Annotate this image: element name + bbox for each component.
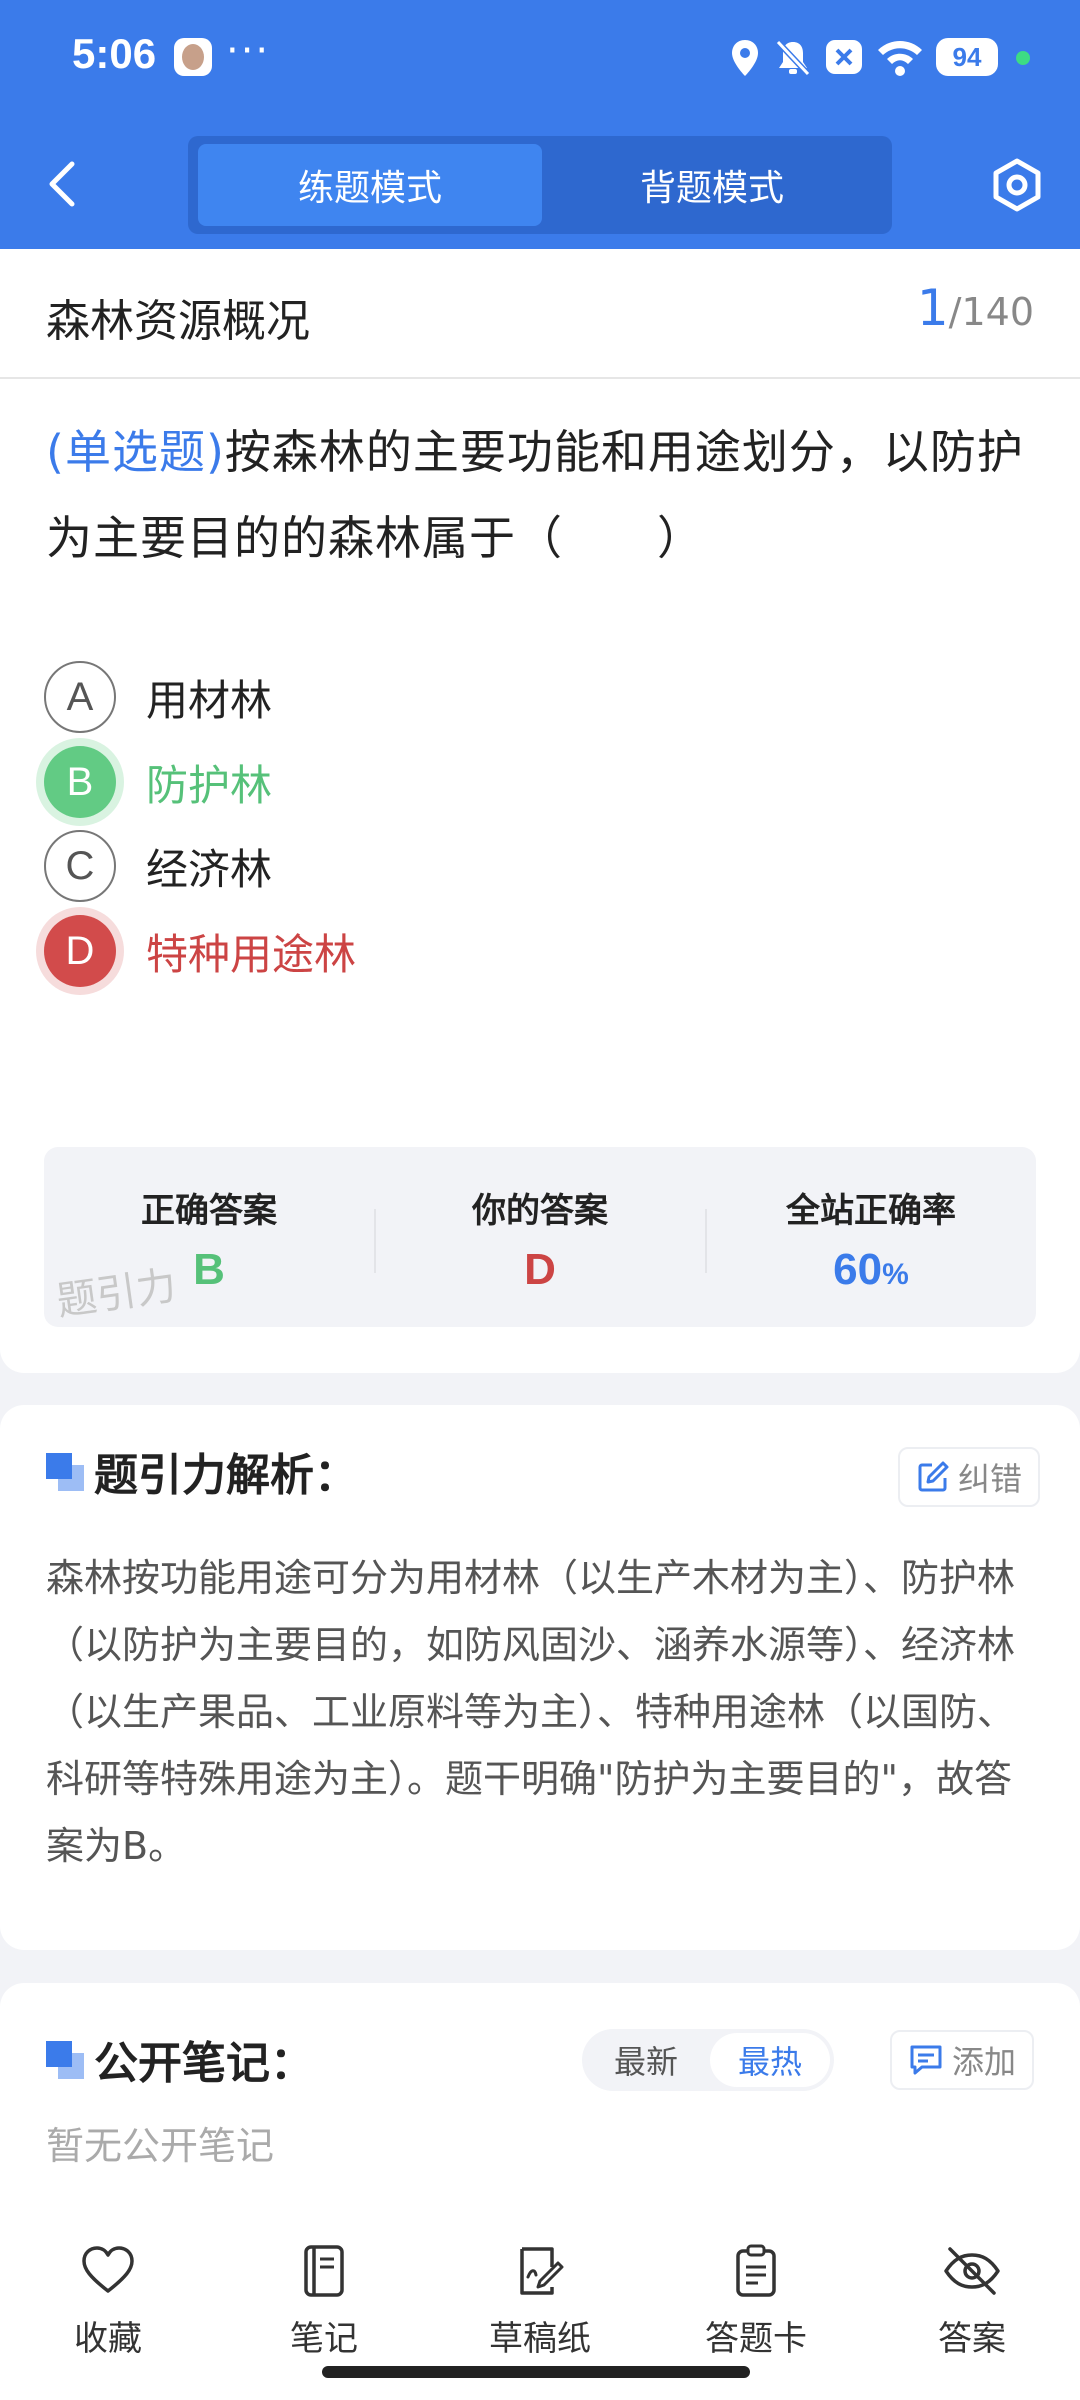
show-answer-button[interactable]: 答案 <box>892 2225 1052 2359</box>
notebook-icon <box>304 2245 344 2297</box>
draft-paper-button[interactable]: 草稿纸 <box>460 2225 620 2359</box>
stat-label: 正确答案 <box>141 1191 277 1231</box>
favorite-button[interactable]: 收藏 <box>28 2225 188 2359</box>
stat-site-accuracy: 全站正确率 60% <box>706 1147 1036 1327</box>
option-key: C <box>44 830 116 902</box>
settings-button[interactable] <box>990 158 1044 212</box>
question-text: (单选题)按森林的主要功能和用途划分，以防护为主要目的的森林属于（ ） <box>46 409 1036 581</box>
privacy-dot <box>1016 51 1030 65</box>
comment-icon <box>910 2045 942 2075</box>
notes-sort-toggle: 最新 最热 <box>582 2029 834 2091</box>
current-question-number: 1 <box>916 279 949 337</box>
header: 5:06 ··· 94 练题模式 背题模式 <box>0 0 1080 249</box>
stat-value: D <box>524 1245 556 1294</box>
notes-card: 公开笔记： 最新 最热 添加 暂无公开笔记 <box>0 1983 1080 2213</box>
more-notifications-icon: ··· <box>226 28 271 74</box>
notes-title: 公开笔记： <box>94 2038 314 2089</box>
option-a[interactable]: A 用材林 <box>44 659 944 735</box>
add-note-label: 添加 <box>952 2043 1017 2081</box>
option-label: 防护林 <box>146 760 273 810</box>
option-b[interactable]: B 防护林 <box>44 744 944 820</box>
sort-hottest-button[interactable]: 最热 <box>710 2033 830 2087</box>
section-marker-icon <box>46 2041 84 2079</box>
option-key: A <box>44 661 116 733</box>
mute-bell-icon <box>775 39 811 77</box>
heart-icon <box>82 2246 134 2293</box>
total-questions: /140 <box>948 290 1034 334</box>
status-time: 5:06 <box>72 30 157 77</box>
answer-sheet-icon <box>736 2244 776 2297</box>
report-error-button[interactable]: 纠错 <box>898 1447 1041 1507</box>
tab-memorize-mode[interactable]: 背题模式 <box>540 144 884 226</box>
notes-button[interactable]: 笔记 <box>244 2225 404 2359</box>
location-icon <box>732 40 758 76</box>
option-c[interactable]: C 经济林 <box>44 828 944 904</box>
back-button[interactable] <box>40 158 88 210</box>
option-label: 用材林 <box>146 675 273 725</box>
nav-label: 草稿纸 <box>489 2319 591 2359</box>
section-marker-icon <box>46 1453 84 1491</box>
section-row: 森林资源概况 1/140 <box>0 249 1080 379</box>
mode-switch: 练题模式 背题模式 <box>188 136 892 234</box>
sort-latest-button[interactable]: 最新 <box>586 2033 706 2087</box>
notes-empty-text: 暂无公开笔记 <box>46 2124 275 2168</box>
nav-label: 收藏 <box>74 2319 142 2359</box>
accuracy-number: 60 <box>833 1245 883 1294</box>
add-note-button[interactable]: 添加 <box>890 2030 1035 2090</box>
home-indicator[interactable] <box>322 2366 750 2378</box>
battery-indicator: 94 <box>936 38 998 76</box>
analysis-title: 题引力解析： <box>94 1450 358 1501</box>
answer-sheet-button[interactable]: 答题卡 <box>676 2225 836 2359</box>
analysis-text: 森林按功能用途可分为用材林（以生产木材为主）、防护林（以防护为主要目的，如防风固… <box>46 1556 1016 1868</box>
nav-label: 笔记 <box>290 2319 358 2359</box>
notification-avatar-icon <box>174 38 212 76</box>
question-counter: 1/140 <box>917 279 1034 337</box>
stat-value: 60% <box>706 1245 1036 1295</box>
option-label: 特种用途林 <box>146 929 357 979</box>
section-title: 森林资源概况 <box>46 296 310 347</box>
edit-icon <box>918 1461 949 1492</box>
status-bar: 5:06 ··· 94 <box>0 0 1080 120</box>
report-error-label: 纠错 <box>958 1460 1023 1498</box>
question-card: 森林资源概况 1/140 (单选题)按森林的主要功能和用途划分，以防护为主要目的… <box>0 249 1080 1373</box>
question-type: (单选题) <box>46 425 225 479</box>
option-key: D <box>44 915 116 987</box>
close-app-badge-icon <box>826 40 862 74</box>
analysis-card: 题引力解析： 纠错 森林按功能用途可分为用材林（以生产木材为主）、防护林（以防护… <box>0 1405 1080 1950</box>
nav-label: 答案 <box>938 2319 1006 2359</box>
draft-paper-icon <box>520 2247 564 2295</box>
stat-your-answer: 你的答案 D <box>375 1147 705 1327</box>
stat-correct-answer: 正确答案 B 题引力 <box>44 1147 374 1327</box>
option-label: 经济林 <box>146 844 273 894</box>
nav-label: 答题卡 <box>705 2319 807 2359</box>
answer-stats: 正确答案 B 题引力 你的答案 D 全站正确率 60% <box>44 1147 1036 1327</box>
option-d[interactable]: D 特种用途林 <box>44 913 944 989</box>
stat-label: 你的答案 <box>472 1191 608 1231</box>
stat-label: 全站正确率 <box>786 1191 956 1231</box>
eye-off-icon <box>944 2247 1000 2295</box>
option-key: B <box>44 746 116 818</box>
wifi-icon <box>878 41 922 76</box>
tab-practice-mode[interactable]: 练题模式 <box>198 144 542 226</box>
accuracy-unit: % <box>882 1258 909 1291</box>
